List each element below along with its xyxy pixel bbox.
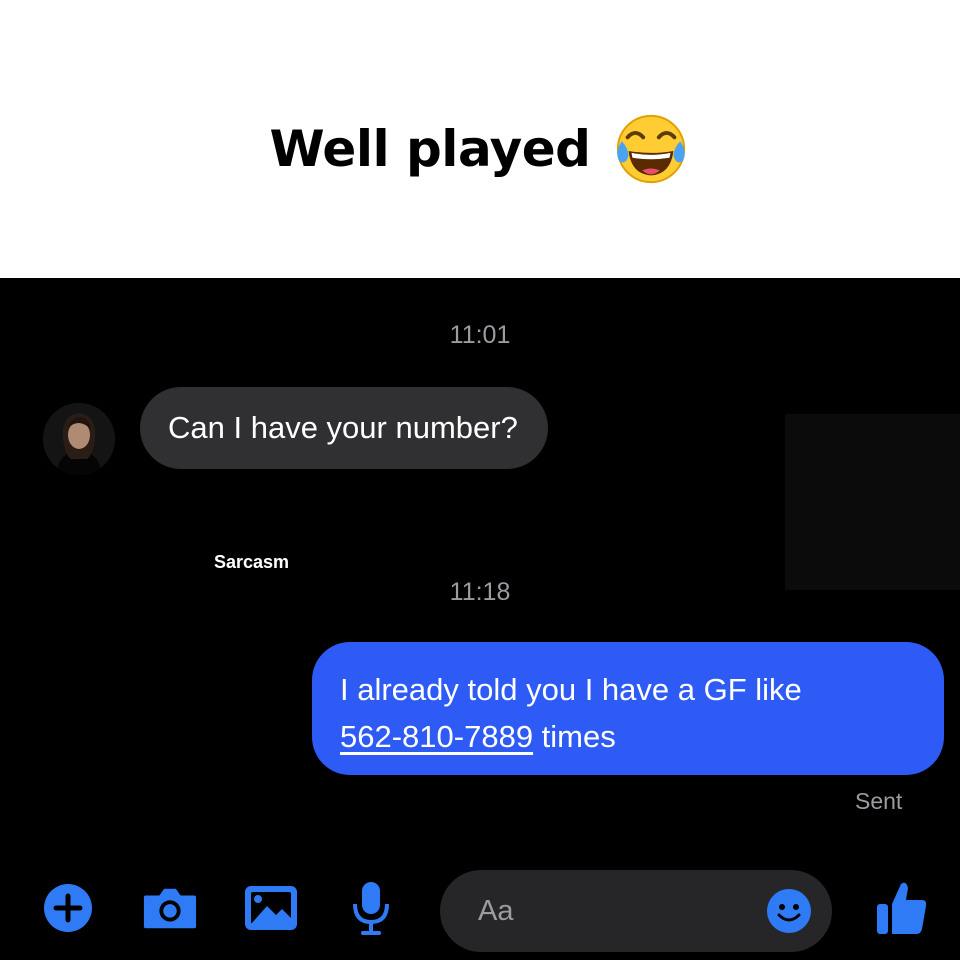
camera-icon bbox=[143, 888, 197, 929]
microphone-button[interactable] bbox=[343, 880, 399, 936]
smiley-icon[interactable] bbox=[766, 888, 812, 934]
gallery-button[interactable] bbox=[243, 880, 299, 936]
phone-number-link[interactable]: 562-810-7889 bbox=[340, 719, 533, 754]
watermark-text: Sarcasm bbox=[214, 552, 290, 572]
composer-bar: Aa bbox=[0, 866, 960, 960]
sent-status: Sent bbox=[855, 788, 903, 814]
laughing-emoji-icon bbox=[617, 114, 686, 184]
avatar-person-icon bbox=[43, 403, 115, 475]
plus-button[interactable] bbox=[40, 880, 96, 936]
chat-screen: 11:01 Can I have your number? Sarcasm 11… bbox=[0, 278, 960, 960]
like-button[interactable] bbox=[874, 880, 930, 936]
outgoing-message-bubble[interactable]: I already told you I have a GF like 562-… bbox=[312, 642, 944, 775]
microphone-icon bbox=[353, 882, 389, 935]
timestamp-first: 11:01 bbox=[449, 321, 511, 349]
thumbs-up-icon bbox=[877, 882, 927, 934]
caption-title: Well played bbox=[269, 120, 591, 178]
message-input-placeholder: Aa bbox=[478, 895, 514, 927]
outgoing-message-suffix: times bbox=[533, 719, 616, 754]
timestamp-second: 11:18 bbox=[449, 578, 511, 606]
caption-band: Well played bbox=[0, 0, 960, 278]
incoming-message-bubble[interactable]: Can I have your number? bbox=[140, 387, 548, 469]
caption: Well played bbox=[0, 110, 960, 188]
outgoing-message-text: I already told you I have a GF like bbox=[340, 672, 802, 707]
camera-button[interactable] bbox=[142, 880, 198, 936]
message-input[interactable]: Aa bbox=[440, 870, 832, 952]
avatar[interactable] bbox=[43, 403, 115, 475]
image-icon bbox=[245, 886, 297, 930]
dark-panel bbox=[785, 414, 960, 590]
plus-icon bbox=[44, 884, 92, 932]
